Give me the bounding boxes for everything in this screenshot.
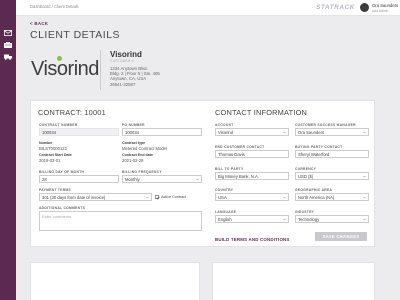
country-value: USA <box>218 195 227 201</box>
chevron-down-icon <box>363 175 366 178</box>
end-date-label: Contract End date <box>122 153 153 157</box>
csm-value: Ora Saunders <box>298 130 325 136</box>
industry-select[interactable]: Technology <box>295 215 369 223</box>
breadcrumb[interactable]: Dashboard / Client Details <box>30 4 79 9</box>
save-changes-button[interactable]: SAVE CHANGES <box>315 232 367 241</box>
chevron-down-icon <box>283 131 286 134</box>
chevron-down-icon <box>196 178 199 181</box>
client-subtitle: CUSTOMER # <box>110 59 134 63</box>
contract-number-field: 100034 <box>39 128 119 136</box>
back-link[interactable]: < BACK <box>30 21 48 26</box>
contract-number-value: 100034 <box>42 130 56 136</box>
additional-comments-textarea[interactable]: Enter comments <box>39 211 202 231</box>
chevron-down-icon <box>146 196 149 199</box>
sidebar <box>0 0 16 300</box>
logo-divider <box>100 50 101 90</box>
geo-area-value: North America (NA) <box>298 195 335 201</box>
mail-icon[interactable] <box>4 30 12 36</box>
language-label: LANGUAGE <box>215 210 237 214</box>
contract-number-label: CONTRACT NUMBER <box>39 123 78 127</box>
po-number-input[interactable]: 100034 <box>122 128 202 136</box>
buying-contact-label: BUYING PARTY CONTACT <box>295 145 343 149</box>
client-name: Visorind <box>110 50 142 59</box>
erd-contact-value: Thomas Davis <box>218 152 245 158</box>
top-bar: Dashboard / Client Details STATRACK Ora … <box>16 0 400 16</box>
contract-title: CONTRACT: 10001 <box>38 108 106 117</box>
start-date-label: Contract Start Date <box>39 153 72 157</box>
chevron-down-icon <box>363 196 366 199</box>
user-role: Ada Admin <box>372 8 389 13</box>
chevron-down-icon <box>283 218 286 221</box>
build-terms-link[interactable]: BUILD TERMS AND CONDITIONS <box>215 237 290 242</box>
industry-value: Technology <box>298 217 320 223</box>
po-number-value: 100034 <box>125 130 139 136</box>
building-icon[interactable] <box>4 42 12 48</box>
contact-title: CONTACT INFORMATION <box>215 108 308 117</box>
language-value: English <box>218 217 232 223</box>
chevron-down-icon <box>363 218 366 221</box>
end-date-value: 2021-02-28 <box>122 158 144 163</box>
erd-contact-input[interactable]: Thomas Davis <box>215 150 289 158</box>
secondary-card-right <box>212 262 375 300</box>
additional-comments-label: ADDITIONAL COMMENTS <box>39 206 86 210</box>
number-label: Number <box>39 141 53 145</box>
number-value: BILST0000122 <box>39 146 67 151</box>
logo-dot-icon <box>57 56 62 61</box>
language-select[interactable]: English <box>215 215 289 223</box>
csm-select[interactable]: Ora Saunders <box>295 128 369 136</box>
billing-day-input[interactable]: 28 <box>39 175 119 183</box>
billing-day-value: 28 <box>42 177 47 183</box>
currency-value: USD ($) <box>298 174 314 180</box>
bill-to-input[interactable]: Big Money Bank, N.A. <box>215 172 289 180</box>
account-value: Visorind <box>218 130 234 136</box>
start-date-value: 2019-03-01 <box>39 158 61 163</box>
erd-contact-label: ERD CUSTOMER CONTACT <box>215 145 265 149</box>
vehicle-icon[interactable] <box>4 54 12 60</box>
contract-type-label: Contract type <box>122 141 146 145</box>
billing-frequency-label: BILLING FREQUENCY <box>122 170 162 174</box>
country-select[interactable]: USA <box>215 193 289 201</box>
currency-label: CURRENCY <box>295 167 317 171</box>
buying-contact-value: Sheryl Waterford <box>298 152 330 158</box>
user-name[interactable]: Ora Saunders <box>372 3 398 8</box>
contract-type-value: Metered Contract Model <box>122 146 167 151</box>
brand-logo: STATRACK <box>316 4 355 11</box>
client-logo-text: Visorind <box>31 58 99 80</box>
chevron-down-icon <box>363 131 366 134</box>
checkmark-icon <box>156 196 160 200</box>
chevron-down-icon <box>283 196 286 199</box>
geo-area-select[interactable]: North America (NA) <box>295 193 369 201</box>
page-title: CLIENT DETAILS <box>30 29 121 41</box>
bill-to-label: BILL TO PARTY <box>215 167 244 171</box>
po-number-label: PO NUMBER <box>122 123 145 127</box>
client-logo: Visorind <box>31 55 119 89</box>
bill-to-value: Big Money Bank, N.A. <box>218 174 259 180</box>
details-card: CONTRACT: 10001 CONTRACT NUMBER 100034 P… <box>30 100 375 247</box>
currency-select[interactable]: USD ($) <box>295 172 369 180</box>
account-label: ACCOUNT <box>215 123 234 127</box>
active-contract-label: Active Contract <box>161 195 187 199</box>
billing-frequency-select[interactable]: Monthly <box>122 175 202 183</box>
csm-label: CUSTOMER SUCCESS MANAGER <box>295 123 356 127</box>
geo-area-label: GEOGRAPHIC AREA <box>295 188 333 192</box>
secondary-card-left <box>30 262 200 300</box>
account-select[interactable]: Visorind <box>215 128 289 136</box>
payment-terms-value: 301 (30 days from date of invoice) <box>42 195 106 201</box>
billing-day-label: BILLING DAY OF MONTH <box>39 170 85 174</box>
active-contract-checkbox[interactable] <box>155 195 160 200</box>
buying-contact-input[interactable]: Sheryl Waterford <box>295 150 369 158</box>
client-address: 1234 Anytown Blvd. Bldg. 2 | Floor 5 | S… <box>110 66 160 87</box>
payment-terms-select[interactable]: 301 (30 days from date of invoice) <box>39 193 152 201</box>
country-label: COUNTRY <box>215 188 234 192</box>
payment-terms-label: PAYMENT TERMS <box>39 188 71 192</box>
avatar[interactable] <box>360 3 369 12</box>
comments-placeholder: Enter comments <box>42 214 72 219</box>
billing-frequency-value: Monthly <box>125 177 140 183</box>
industry-label: INDUSTRY <box>295 210 315 214</box>
